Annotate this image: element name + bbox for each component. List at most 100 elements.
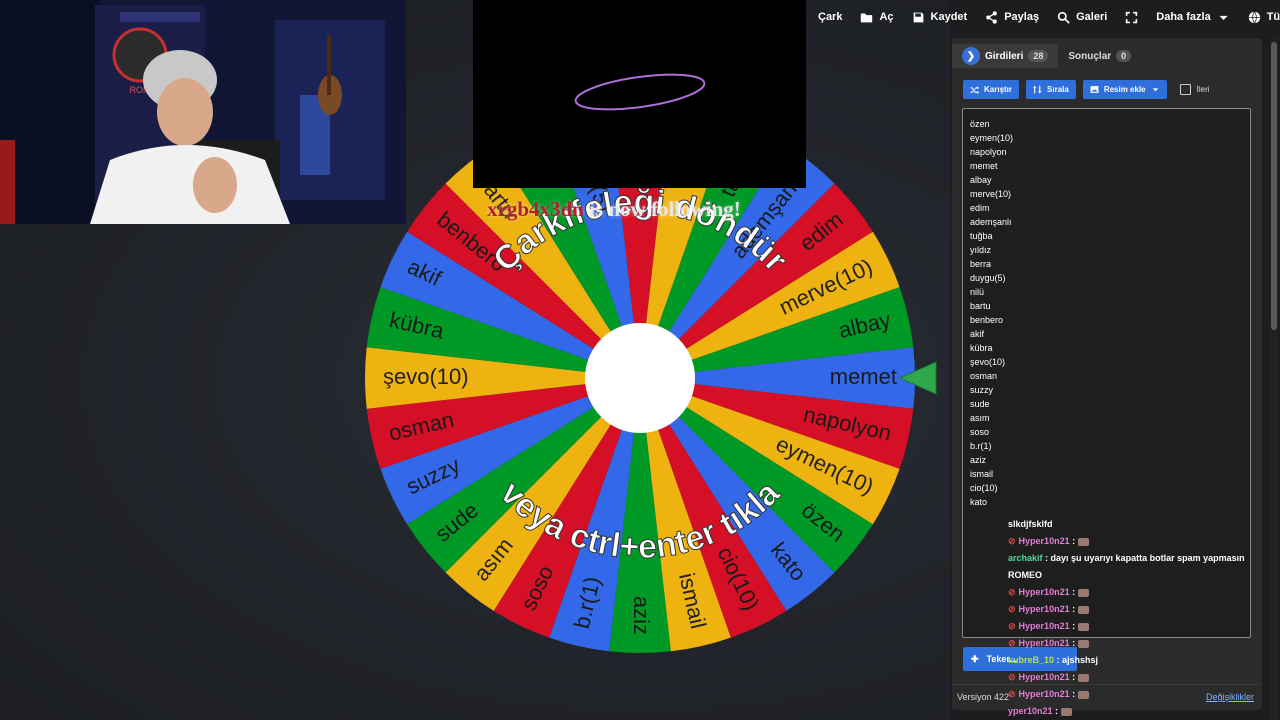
emote-icon: [1078, 588, 1090, 597]
sort-label: Sırala: [1047, 85, 1069, 94]
wheel-center[interactable]: [585, 323, 695, 433]
menu-open-label: Aç: [879, 11, 894, 23]
entry-item[interactable]: osman: [970, 369, 1250, 383]
chat-message: yper10n21 :: [1008, 703, 1280, 720]
menu-open[interactable]: Aç: [860, 11, 894, 24]
folder-icon: [861, 12, 873, 22]
chat-text: :: [1069, 689, 1076, 699]
globe-icon: [1248, 11, 1260, 23]
advanced-checkbox[interactable]: İleri: [1179, 84, 1210, 95]
chat-message: ⊘ Hyper10n21 :: [1008, 584, 1280, 601]
tab-results[interactable]: Sonuçlar 0: [1058, 44, 1141, 68]
mod-badge-icon: ⊘: [1008, 604, 1016, 614]
entry-item[interactable]: özen: [970, 117, 1250, 131]
emote-icon: [1078, 673, 1090, 682]
save-icon: [913, 12, 923, 22]
entry-item[interactable]: memet: [970, 159, 1250, 173]
mod-badge-icon: ⊘: [1008, 638, 1016, 648]
entry-item[interactable]: ismail: [970, 467, 1250, 481]
entry-item[interactable]: edim: [970, 201, 1250, 215]
menu-fullscreen[interactable]: [1125, 11, 1138, 24]
chevron-down-icon: [1219, 15, 1228, 20]
chat-username: Hyper10n21: [1018, 604, 1070, 614]
entry-item[interactable]: soso: [970, 425, 1250, 439]
menu-more[interactable]: Daha fazla: [1156, 11, 1229, 24]
chat-username: Hyper10n21: [1018, 536, 1070, 546]
menu-language[interactable]: Türkçe: [1248, 11, 1280, 24]
shuffle-label: Karıştır: [984, 85, 1013, 94]
emote-icon: [1078, 605, 1090, 614]
entry-item[interactable]: akif: [970, 327, 1250, 341]
add-image-button[interactable]: Resim ekle: [1082, 80, 1167, 99]
entry-item[interactable]: albay: [970, 173, 1250, 187]
chat-text: :: [1069, 638, 1076, 648]
menu-gallery-label: Galeri: [1076, 11, 1108, 23]
shuffle-icon: [970, 86, 979, 94]
emote-icon: [1061, 707, 1073, 716]
wheel-slice-label: aziz: [629, 596, 654, 635]
video-overlay: [473, 0, 806, 188]
mod-badge-icon: ⊘: [1008, 689, 1016, 699]
menu-gallery[interactable]: Galeri: [1057, 11, 1107, 24]
chat-message: ⊘ Hyper10n21 :: [1008, 635, 1280, 652]
chat-message: ⊘ Hyper10n21 :: [1008, 686, 1280, 703]
wheel-slice-label: şevo(10): [383, 364, 469, 389]
add-image-label: Resim ekle: [1103, 85, 1146, 94]
menu-more-label: Daha fazla: [1156, 11, 1211, 23]
fullscreen-icon: [1126, 11, 1138, 23]
entry-item[interactable]: duygu(5): [970, 271, 1250, 285]
tab-entries[interactable]: ❯ Girdileri 28: [952, 44, 1059, 68]
entry-item[interactable]: tuğba: [970, 229, 1250, 243]
stream-chat-overlay: slkdjfsklfd ⊘ Hyper10n21 : archakif : dayı …: [1008, 516, 1280, 720]
chat-message: ROMEO: [1008, 567, 1280, 584]
menu-wheel[interactable]: Çark: [818, 11, 842, 23]
chevron-right-icon[interactable]: ❯: [962, 47, 980, 65]
menu-save[interactable]: Kaydet: [912, 11, 967, 24]
entry-item[interactable]: b.r(1): [970, 439, 1250, 453]
scrollbar-thumb[interactable]: [1271, 42, 1277, 330]
checkbox-box[interactable]: [1179, 84, 1191, 95]
entry-item[interactable]: suzzy: [970, 383, 1250, 397]
shuffle-button[interactable]: Karıştır: [963, 80, 1020, 99]
sort-button[interactable]: Sırala: [1026, 80, 1076, 99]
chat-text: :: [1069, 604, 1076, 614]
entry-item[interactable]: bartu: [970, 299, 1250, 313]
entry-item[interactable]: sude: [970, 397, 1250, 411]
tab-results-label: Sonuçlar: [1068, 50, 1112, 62]
entry-item[interactable]: benbero: [970, 313, 1250, 327]
sort-icon: [1033, 85, 1042, 94]
entry-item[interactable]: napolyon: [970, 145, 1250, 159]
menu-wheel-label: Çark: [818, 11, 843, 23]
entry-item[interactable]: ademşanlı: [970, 215, 1250, 229]
share-icon: [986, 10, 997, 24]
mod-badge-icon: ⊘: [1008, 621, 1016, 631]
chat-text: : ajshshsj: [1054, 655, 1099, 665]
entry-item[interactable]: kübra: [970, 341, 1250, 355]
mod-badge-icon: ⊘: [1008, 672, 1016, 682]
entry-item[interactable]: kato: [970, 495, 1250, 509]
entry-item[interactable]: asım: [970, 411, 1250, 425]
entry-item[interactable]: eymen(10): [970, 131, 1250, 145]
chat-message: archakif : dayı şu uyarıyı kapatta botla…: [1008, 550, 1280, 567]
follow-alert: xrgb4x3dn is now following!: [487, 197, 741, 222]
plus-icon: ✚: [971, 653, 979, 664]
menu-share-label: Paylaş: [1004, 11, 1040, 23]
entry-item[interactable]: aziz: [970, 453, 1250, 467]
chat-username: Hyper10n21: [1018, 689, 1070, 699]
menu-share[interactable]: Paylaş: [985, 10, 1040, 24]
chat-username: Hyper10n21: [1018, 638, 1070, 648]
entries-list: özen eymen(10) napolyon memet albay merve(10)…: [963, 109, 1250, 509]
entry-item[interactable]: berra: [970, 257, 1250, 271]
entry-item[interactable]: şevo(10): [970, 355, 1250, 369]
entry-item[interactable]: nilü: [970, 285, 1250, 299]
entry-item[interactable]: yıldız: [970, 243, 1250, 257]
emote-icon: [1078, 690, 1090, 699]
chat-username: Hyper10n21: [1018, 621, 1070, 631]
entry-item[interactable]: cio(10): [970, 481, 1250, 495]
menu-language-label: Türkçe: [1266, 11, 1280, 23]
entry-item[interactable]: merve(10): [970, 187, 1250, 201]
entries-toolbar: Karıştır Sırala Resim ekle İleri: [963, 80, 1210, 99]
chat-text: :: [1069, 587, 1076, 597]
chat-username: Hyper10n21: [1018, 672, 1070, 682]
tab-results-count: 0: [1116, 50, 1132, 62]
